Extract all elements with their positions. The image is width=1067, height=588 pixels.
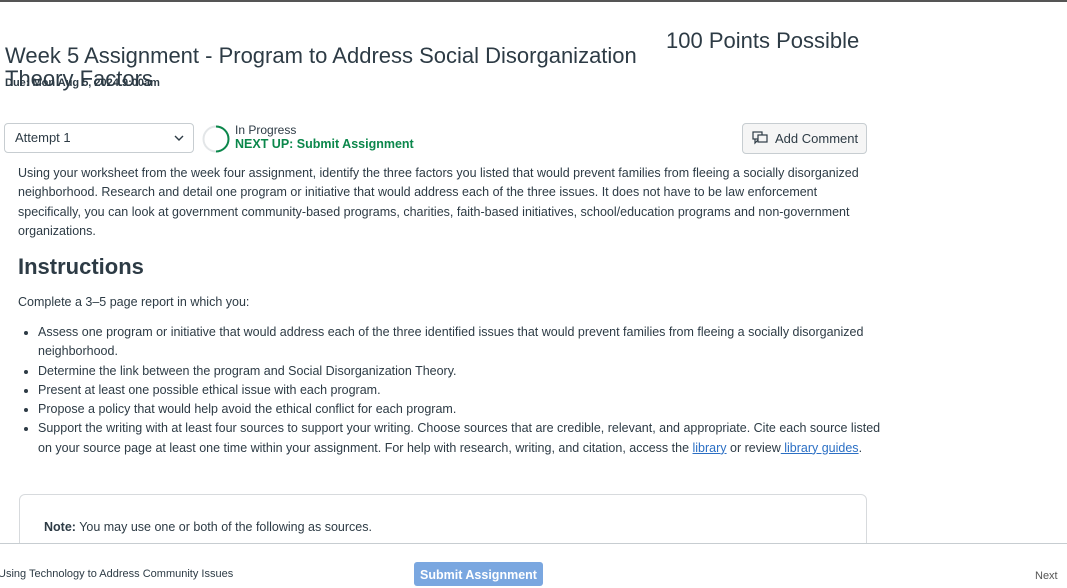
list-item: Determine the link between the program a… — [38, 362, 888, 381]
attempt-status: In Progress NEXT UP: Submit Assignment — [235, 123, 414, 151]
list-item: Support the writing with at least four s… — [38, 419, 888, 458]
attempt-select[interactable]: Attempt 1 — [4, 123, 194, 153]
list-item: Assess one program or initiative that wo… — [38, 323, 888, 362]
library-link[interactable]: library — [693, 441, 727, 455]
note: Note: You may use one or both of the fol… — [44, 520, 372, 534]
submit-assignment-button[interactable]: Submit Assignment — [414, 562, 543, 586]
list-item: Propose a policy that would help avoid t… — [38, 400, 888, 419]
list-item: Present at least one possible ethical is… — [38, 381, 888, 400]
chevron-down-icon — [174, 135, 184, 141]
note-text: You may use one or both of the following… — [75, 520, 372, 534]
instructions-heading: Instructions — [18, 254, 144, 279]
next-module-link[interactable]: Next — [1035, 570, 1058, 582]
status-label: In Progress — [235, 123, 297, 137]
previous-module-link[interactable]: Using Technology to Address Community Is… — [0, 568, 233, 580]
list-item-text: or review — [726, 440, 781, 455]
instructions-intro: Complete a 3–5 page report in which you: — [18, 295, 250, 309]
instructions-list: Assess one program or initiative that wo… — [18, 323, 888, 458]
assignment-description: Using your worksheet from the week four … — [18, 164, 868, 241]
next-step-label: NEXT UP: Submit Assignment — [235, 137, 414, 151]
add-comment-label: Add Comment — [775, 131, 859, 146]
add-comment-button[interactable]: Add Comment — [742, 123, 867, 154]
top-border — [0, 0, 1067, 2]
library-guides-link[interactable]: library guides — [781, 441, 858, 455]
list-item-text: . — [858, 440, 863, 455]
attempt-select-value: Attempt 1 — [15, 130, 71, 145]
points-possible: 100 Points Possible — [666, 28, 860, 53]
intro-paragraph: Using your worksheet from the week four … — [18, 166, 859, 238]
progress-ring-icon — [202, 125, 230, 153]
footer-bar: Using Technology to Address Community Is… — [0, 543, 1067, 586]
note-label: Note: — [44, 520, 76, 534]
due-date: Due: Mon Aug 5, 2024 9:00am — [5, 77, 160, 89]
comment-icon — [752, 131, 768, 145]
